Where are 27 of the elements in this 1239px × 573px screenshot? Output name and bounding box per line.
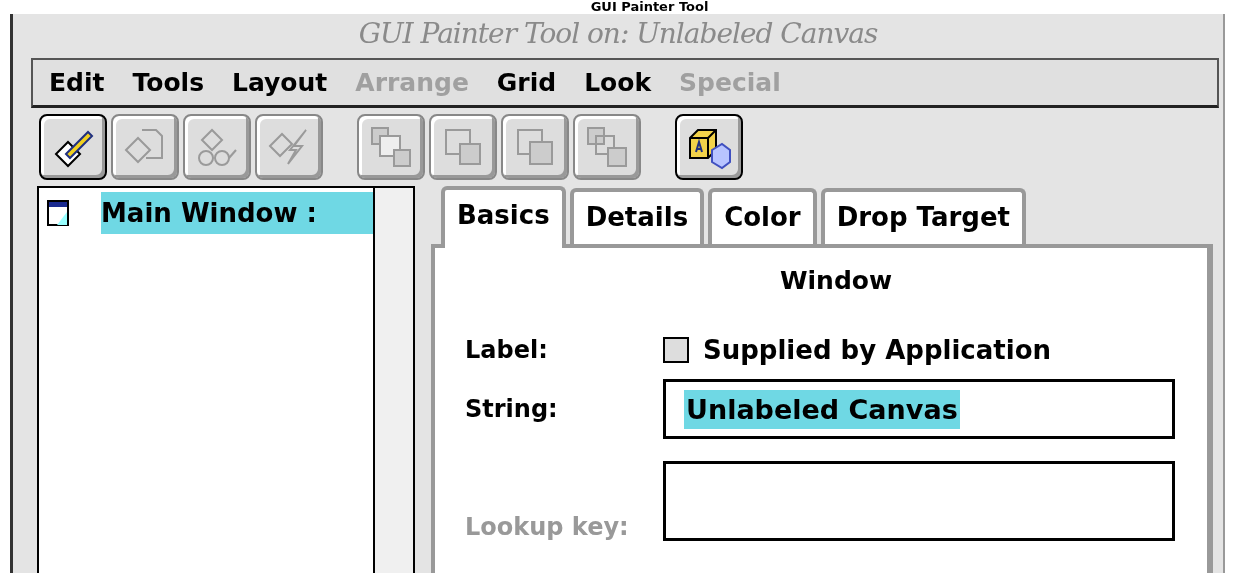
menu-item[interactable]: Tools	[130, 68, 207, 97]
tree-item[interactable]: Main Window :	[101, 192, 373, 234]
section-heading: Window	[779, 266, 893, 295]
field-label: Label:	[465, 336, 549, 364]
toolbar-button[interactable]	[39, 114, 107, 180]
send-backward-icon	[584, 124, 630, 170]
menu-item[interactable]: Grid	[494, 68, 559, 97]
field-label: String:	[465, 395, 559, 423]
checkbox-label: Supplied by Application	[703, 335, 1052, 365]
tab[interactable]: Basics	[441, 186, 566, 248]
window-title: GUI Painter Tool on: Unlabeled Canvas	[357, 16, 879, 52]
tab[interactable]: Drop Target	[820, 188, 1027, 244]
field-label: Lookup key:	[465, 513, 630, 541]
checkbox[interactable]	[663, 337, 689, 363]
lookup-field[interactable]	[663, 461, 1175, 541]
menu-item[interactable]: Look	[582, 68, 654, 97]
menu-item[interactable]: Edit	[47, 68, 107, 97]
window-icon	[47, 200, 69, 226]
menu-item[interactable]: Layout	[230, 68, 330, 97]
tab[interactable]: Details	[569, 188, 705, 244]
string-field[interactable]: Unlabeled Canvas	[663, 379, 1175, 439]
caption-text: GUI Painter Tool	[589, 0, 710, 14]
bring-front-icon	[368, 124, 414, 170]
tab[interactable]: Color	[708, 188, 817, 244]
scrollbar[interactable]	[373, 188, 413, 573]
field-value: Unlabeled Canvas	[684, 389, 960, 429]
toolbar-button[interactable]	[675, 114, 743, 180]
